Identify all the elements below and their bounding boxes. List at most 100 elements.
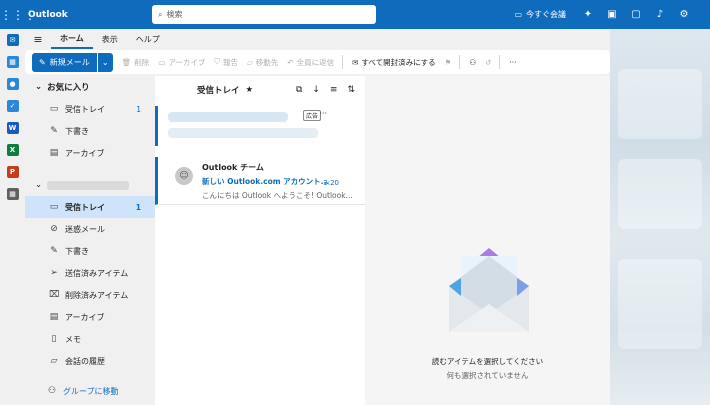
folder-item[interactable]: ▯ メモ — [25, 328, 155, 350]
go-to-groups-link[interactable]: ⚇ グループに移動 — [25, 380, 155, 402]
folder-label: アーカイブ — [65, 312, 105, 322]
account-name-redacted — [47, 180, 130, 190]
envelope-illustration-icon — [449, 248, 529, 340]
folder-label: 下書き — [65, 126, 89, 136]
folder-pane: ⌄ お気に入り ▭ 受信トレイ 1 ✎ 下書き ▤ アーカイブ ⌄ ▭ 受信トレ… — [25, 76, 155, 405]
favorites-label: お気に入り — [47, 83, 90, 93]
folder-label: 送信済みアイテム — [65, 268, 129, 278]
archive-button[interactable]: ▭ アーカイブ — [158, 57, 205, 68]
mail-app-icon[interactable]: ✉ — [0, 29, 25, 51]
ad-item[interactable]: 広告 ··· — [155, 106, 365, 146]
folder-item[interactable]: ▭ 受信トレイ 1 — [25, 98, 155, 120]
archive-icon: ▭ — [158, 57, 166, 67]
reader-icon: ⚇ — [469, 57, 477, 67]
powerpoint-app-icon[interactable]: P — [0, 161, 25, 183]
folder-label: アーカイブ — [65, 148, 105, 158]
flag-button[interactable]: ⚑ — [445, 58, 452, 67]
folder-item[interactable]: ⊘ 迷惑メール — [25, 218, 155, 240]
unread-count: 1 — [135, 202, 141, 212]
excel-app-icon[interactable]: X — [0, 139, 25, 161]
junk-icon: ⊘ — [50, 224, 58, 234]
chevron-down-icon: ⌄ — [35, 82, 43, 92]
mark-all-read-label: すべて開封済みにする — [361, 57, 436, 67]
search-placeholder: 検索 — [166, 10, 183, 19]
folder-item-inbox[interactable]: ▭ 受信トレイ 1 — [25, 196, 155, 218]
todo-app-icon[interactable]: ✓ — [0, 95, 25, 117]
report-button[interactable]: ⛉ 報告 — [214, 57, 238, 68]
folder-item[interactable]: ▤ アーカイブ — [25, 306, 155, 328]
folder-item[interactable]: ⌧ 削除済みアイテム — [25, 284, 155, 306]
calendar-app-icon[interactable]: ▦ — [0, 51, 25, 73]
bell-icon[interactable]: ♪ — [648, 9, 672, 20]
tab-view[interactable]: 表示 — [93, 29, 127, 49]
trash-icon: 🗑︎ — [121, 57, 132, 67]
office-icon[interactable]: ▣ — [600, 9, 624, 20]
word-app-icon[interactable]: W — [0, 117, 25, 139]
new-mail-dropdown[interactable]: ⌄ — [97, 52, 113, 72]
hamburger-menu-icon[interactable]: ≡ — [25, 33, 51, 46]
delete-button[interactable]: 🗑︎ 削除 — [122, 57, 150, 68]
reading-empty-subtitle: 何も選択されていません — [446, 371, 529, 380]
folder-item[interactable]: ▱ 会話の履歴 — [25, 350, 155, 372]
ad-content-redacted — [168, 112, 288, 122]
note-icon: ▯ — [51, 334, 57, 344]
app-launcher-icon[interactable]: ⋮⋮⋮ — [0, 8, 36, 22]
envelope-open-icon: ✉ — [352, 57, 359, 67]
filter-icon[interactable]: ≡ — [330, 85, 338, 95]
whats-new-icon[interactable]: ▢ — [624, 9, 648, 20]
people-app-icon[interactable]: ● — [0, 73, 25, 95]
reply-all-button[interactable]: ↶ 全員に返信 — [287, 57, 334, 68]
folder-item[interactable]: ✎ 下書き — [25, 120, 155, 142]
ellipsis-icon: ··· — [509, 57, 517, 67]
new-mail-button[interactable]: ✎ 新規メール — [32, 52, 97, 72]
account-header[interactable]: ⌄ — [25, 174, 155, 196]
folder-item[interactable]: ➢ 送信済みアイテム — [25, 262, 155, 284]
folder-item[interactable]: ✎ 下書き — [25, 240, 155, 262]
chevron-down-icon: ⌄ — [35, 180, 43, 190]
folder-icon: ▱ — [50, 356, 58, 366]
folder-item[interactable]: ▤ アーカイブ — [25, 142, 155, 164]
tab-help[interactable]: ヘルプ — [127, 29, 169, 49]
message-time: 3:20 — [323, 179, 339, 187]
mark-all-read-button[interactable]: ✉ すべて開封済みにする — [352, 57, 436, 68]
archive-icon: ▤ — [49, 148, 59, 158]
immersive-reader-button[interactable]: ⚇ — [469, 58, 476, 67]
teams-icon[interactable]: ✦ — [576, 9, 600, 20]
ribbon-tabs: ≡ ホーム 表示 ヘルプ — [25, 29, 610, 49]
move-to-button[interactable]: ▱ 移動先 — [247, 57, 278, 68]
ribbon-divider — [499, 55, 501, 69]
message-preview: こんにちは Outlook へようこそ! Outlook... — [202, 191, 353, 200]
search-box[interactable]: ⌕ 検索 — [152, 5, 376, 24]
folder-label: 会話の履歴 — [65, 356, 105, 366]
meet-now-button[interactable]: ▭ 今すぐ会議 — [514, 9, 566, 20]
message-item[interactable]: ☺ Outlook チーム 新しい Outlook.com アカウント... 3… — [155, 157, 365, 205]
sort-icon[interactable]: ⇅ — [347, 85, 355, 95]
tab-home[interactable]: ホーム — [51, 29, 93, 49]
folder-label: メモ — [65, 334, 81, 344]
app-title[interactable]: Outlook — [28, 10, 152, 20]
gear-icon[interactable]: ⚙ — [672, 9, 696, 20]
more-apps-icon[interactable]: ▦ — [0, 183, 25, 205]
unread-count: 1 — [136, 104, 141, 114]
select-icon[interactable]: ⧉ — [296, 85, 302, 95]
reply-all-label: 全員に返信 — [296, 57, 335, 67]
message-list-title: 受信トレイ — [197, 86, 240, 96]
video-camera-icon: ▭ — [514, 10, 522, 19]
move-to-label: 移動先 — [255, 57, 279, 67]
shield-icon: ⛉ — [214, 57, 221, 66]
folder-label: 下書き — [65, 246, 89, 256]
jump-down-icon[interactable]: ↓ — [312, 85, 320, 95]
search-icon: ⌕ — [158, 9, 163, 19]
report-label: 報告 — [223, 57, 239, 67]
ribbon-toolbar: ✎ 新規メール ⌄ 🗑︎ 削除 ▭ アーカイブ ⛉ 報告 ▱ 移動先 ↶ 全員に返信 ✉ す… — [25, 50, 610, 74]
favorites-header[interactable]: ⌄ お気に入り — [25, 76, 155, 98]
star-icon[interactable]: ★ — [246, 85, 254, 95]
ribbon-divider — [459, 55, 461, 69]
trash-icon: ⌧ — [49, 290, 60, 300]
more-options-button[interactable]: ··· — [509, 58, 516, 67]
message-sender: Outlook チーム — [202, 163, 264, 172]
ellipsis-icon[interactable]: ··· — [319, 109, 327, 118]
undo-button[interactable]: ↺ — [485, 58, 491, 67]
chevron-down-icon: ⌄ — [101, 57, 109, 67]
ribbon-divider — [342, 55, 344, 69]
